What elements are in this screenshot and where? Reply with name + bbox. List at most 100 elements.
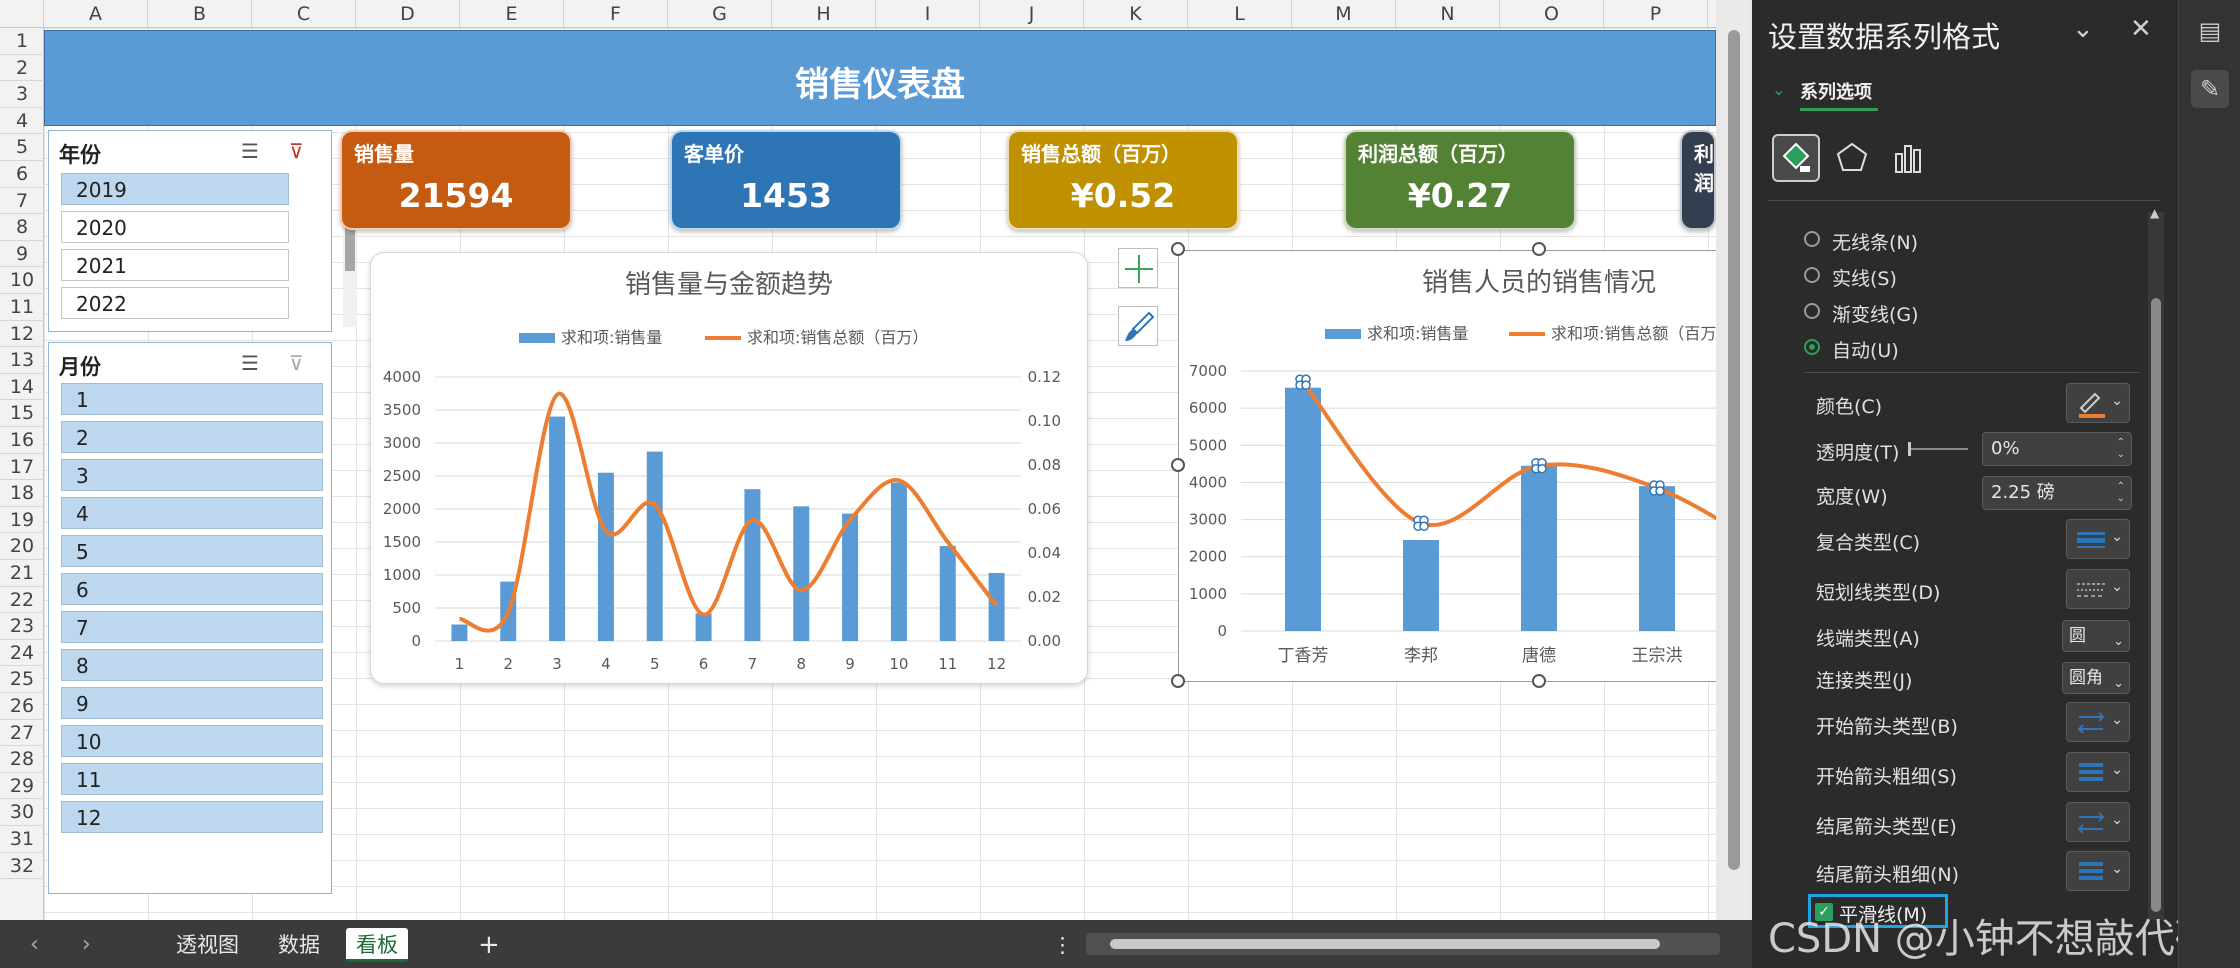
spin-arrows-icon[interactable]: ⌃ ⌄ bbox=[2117, 481, 2125, 505]
row-header[interactable]: 26 bbox=[0, 693, 44, 720]
column-header[interactable]: B bbox=[148, 0, 252, 28]
compound-type-button[interactable]: ⌄ bbox=[2066, 519, 2130, 559]
row-header[interactable]: 11 bbox=[0, 294, 44, 321]
month-slicer-item[interactable]: 12 bbox=[61, 801, 323, 833]
column-header[interactable]: O bbox=[1500, 0, 1604, 28]
month-slicer-item[interactable]: 3 bbox=[61, 459, 323, 491]
scroll-up-icon[interactable]: ▲ bbox=[2150, 206, 2159, 220]
next-sheet-icon[interactable]: › bbox=[82, 928, 91, 962]
cap-type-select[interactable]: 圆 ⌄ bbox=[2062, 620, 2130, 652]
month-slicer[interactable]: 月份 ☰ ⊽ 1 2 3 4 5 6 7 8 9 10 11 12 bbox=[48, 342, 332, 894]
sheet-panel-icon[interactable]: ▤ bbox=[2191, 12, 2229, 50]
bar[interactable] bbox=[793, 506, 810, 641]
more-options-icon[interactable]: ⋮ bbox=[1042, 928, 1083, 962]
line-point-selection-marker[interactable] bbox=[1295, 374, 1311, 390]
year-slicer-item[interactable]: 2020 bbox=[61, 211, 289, 243]
row-header[interactable]: 28 bbox=[0, 746, 44, 773]
year-slicer-item[interactable]: 2022 bbox=[61, 287, 289, 319]
transparency-field[interactable]: 0% ⌃ ⌄ bbox=[1982, 432, 2132, 466]
month-slicer-item[interactable]: 1 bbox=[61, 383, 323, 415]
format-brush-icon[interactable]: ✎ bbox=[2191, 70, 2229, 108]
line-point-selection-marker[interactable] bbox=[1413, 515, 1429, 532]
worksheet[interactable]: ABCDEFGHIJKLMNOP 1 2 3 4 5 6 7 8 9 10 11 12 13 14 15 16… bbox=[0, 0, 1716, 920]
transparency-slider[interactable] bbox=[1908, 442, 1968, 456]
fill-line-icon[interactable] bbox=[1772, 134, 1820, 182]
color-picker-button[interactable]: ⌄ bbox=[2066, 383, 2130, 423]
row-header[interactable]: 23 bbox=[0, 613, 44, 640]
month-slicer-item[interactable]: 7 bbox=[61, 611, 323, 643]
bar[interactable] bbox=[1285, 387, 1321, 631]
row-header[interactable]: 13 bbox=[0, 347, 44, 374]
month-slicer-item[interactable]: 9 bbox=[61, 687, 323, 719]
line-series[interactable] bbox=[459, 391, 999, 633]
pane-scroll-thumb[interactable] bbox=[2151, 298, 2161, 912]
spin-arrows-icon[interactable]: ⌃ ⌄ bbox=[2117, 437, 2125, 461]
multi-select-icon[interactable]: ☰ bbox=[241, 351, 259, 375]
month-slicer-item[interactable]: 10 bbox=[61, 725, 323, 757]
bar[interactable] bbox=[695, 613, 712, 641]
month-slicer-item[interactable]: 6 bbox=[61, 573, 323, 605]
bar[interactable] bbox=[890, 482, 907, 641]
line-point-selection-marker[interactable] bbox=[1649, 480, 1665, 496]
dash-type-button[interactable]: ⌄ bbox=[2066, 569, 2130, 609]
sheet-vertical-scroll-thumb[interactable] bbox=[1728, 30, 1740, 870]
row-header[interactable]: 10 bbox=[0, 267, 44, 294]
series-options-tab[interactable]: 系列选项 bbox=[1800, 78, 1872, 104]
sheet-vertical-scrollbar[interactable] bbox=[1720, 0, 1748, 920]
bar[interactable] bbox=[1521, 465, 1557, 631]
prev-sheet-icon[interactable]: ‹ bbox=[30, 928, 39, 962]
year-slicer-item[interactable]: 2019 bbox=[61, 173, 289, 205]
series-options-icon[interactable] bbox=[1884, 134, 1932, 182]
select-all-corner[interactable] bbox=[0, 0, 44, 28]
bar[interactable] bbox=[597, 472, 614, 641]
end-arrow-size-button[interactable]: ⌄ bbox=[2066, 851, 2130, 891]
salesperson-chart[interactable]: 销售人员的销售情况 求和项:销售量 求和项:销售总额（百万） 0 1000 2000 300… bbox=[1178, 250, 1716, 682]
bar[interactable] bbox=[549, 416, 566, 641]
bar[interactable] bbox=[646, 451, 663, 641]
clear-filter-icon[interactable]: ⊽ bbox=[289, 351, 304, 375]
sheet-horizontal-scroll-thumb[interactable] bbox=[1110, 939, 1660, 949]
column-header[interactable]: M bbox=[1292, 0, 1396, 28]
chart-styles-button[interactable] bbox=[1118, 306, 1158, 346]
column-header[interactable]: L bbox=[1188, 0, 1292, 28]
tab-data[interactable]: 数据 bbox=[268, 928, 330, 962]
row-header[interactable]: 14 bbox=[0, 374, 44, 401]
row-header[interactable]: 12 bbox=[0, 321, 44, 348]
bar[interactable] bbox=[451, 624, 468, 642]
bar[interactable] bbox=[744, 489, 761, 641]
bar[interactable] bbox=[939, 545, 956, 641]
row-header[interactable]: 31 bbox=[0, 826, 44, 853]
effects-icon[interactable] bbox=[1828, 134, 1876, 182]
row-header[interactable]: 6 bbox=[0, 161, 44, 188]
row-header[interactable]: 32 bbox=[0, 853, 44, 880]
column-header[interactable]: G bbox=[668, 0, 772, 28]
transparency-slider-thumb[interactable] bbox=[1908, 442, 1911, 456]
column-header[interactable]: F bbox=[564, 0, 668, 28]
column-header[interactable]: I bbox=[876, 0, 980, 28]
row-header[interactable]: 8 bbox=[0, 214, 44, 241]
row-header[interactable]: 24 bbox=[0, 640, 44, 667]
bar[interactable] bbox=[988, 573, 1005, 641]
column-header[interactable]: H bbox=[772, 0, 876, 28]
bar[interactable] bbox=[1403, 540, 1439, 631]
column-header[interactable]: A bbox=[44, 0, 148, 28]
radio-dot-icon[interactable] bbox=[1804, 339, 1820, 355]
row-header[interactable]: 19 bbox=[0, 507, 44, 534]
tab-pivot-chart[interactable]: 透视图 bbox=[166, 928, 249, 962]
resize-handle[interactable] bbox=[1171, 242, 1185, 256]
resize-handle[interactable] bbox=[1532, 242, 1546, 256]
pane-options-chevron-icon[interactable]: ⌄ bbox=[2072, 14, 2094, 44]
column-header[interactable]: N bbox=[1396, 0, 1500, 28]
row-header[interactable]: 25 bbox=[0, 666, 44, 693]
row-header[interactable]: 30 bbox=[0, 799, 44, 826]
add-sheet-button[interactable]: + bbox=[468, 928, 510, 962]
month-slicer-item[interactable]: 5 bbox=[61, 535, 323, 567]
multi-select-icon[interactable]: ☰ bbox=[241, 139, 259, 163]
column-header[interactable]: E bbox=[460, 0, 564, 28]
row-header[interactable]: 2 bbox=[0, 55, 44, 82]
radio-dot-icon[interactable] bbox=[1804, 303, 1820, 319]
bar[interactable] bbox=[1639, 486, 1675, 631]
end-arrow-type-button[interactable]: ⌄ bbox=[2066, 802, 2130, 842]
year-slicer-item[interactable]: 2021 bbox=[61, 249, 289, 281]
row-header[interactable]: 20 bbox=[0, 533, 44, 560]
